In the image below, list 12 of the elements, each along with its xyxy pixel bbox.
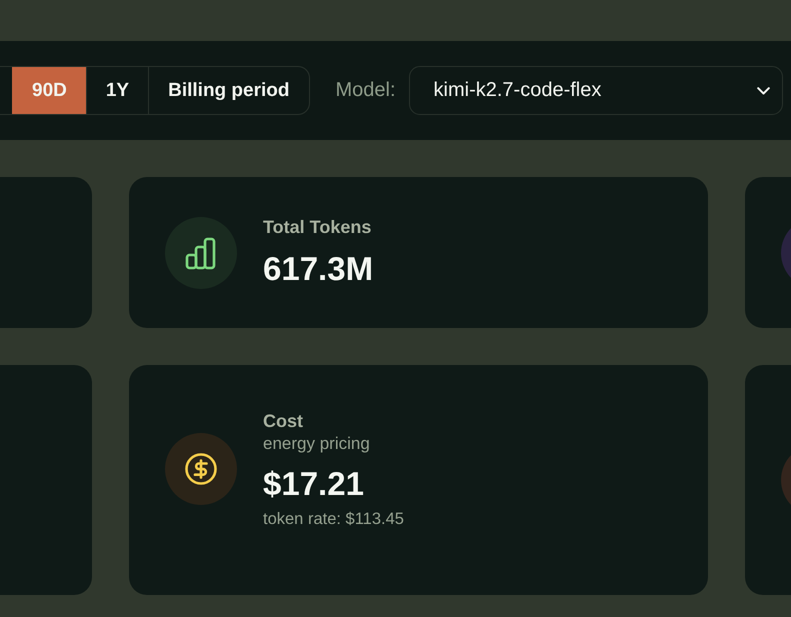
stat-value: $17.21	[263, 464, 364, 504]
stat-label: Cost	[263, 410, 303, 432]
period-tab[interactable]: 1Y	[86, 67, 148, 114]
stat-value: 617.3M	[263, 249, 374, 289]
chevron-down-icon	[757, 86, 770, 94]
stat-label: Total Tokens	[263, 216, 372, 239]
period-tab[interactable]: 90D	[12, 67, 86, 114]
stat-note: token rate: $113.45	[263, 508, 404, 530]
stat-subtitle: energy pricing	[263, 432, 370, 454]
model-select[interactable]: kimi-k2.7-code-flex	[408, 66, 783, 115]
model-label: Model:	[336, 79, 396, 102]
period-tab[interactable]: Billing period	[148, 67, 308, 114]
